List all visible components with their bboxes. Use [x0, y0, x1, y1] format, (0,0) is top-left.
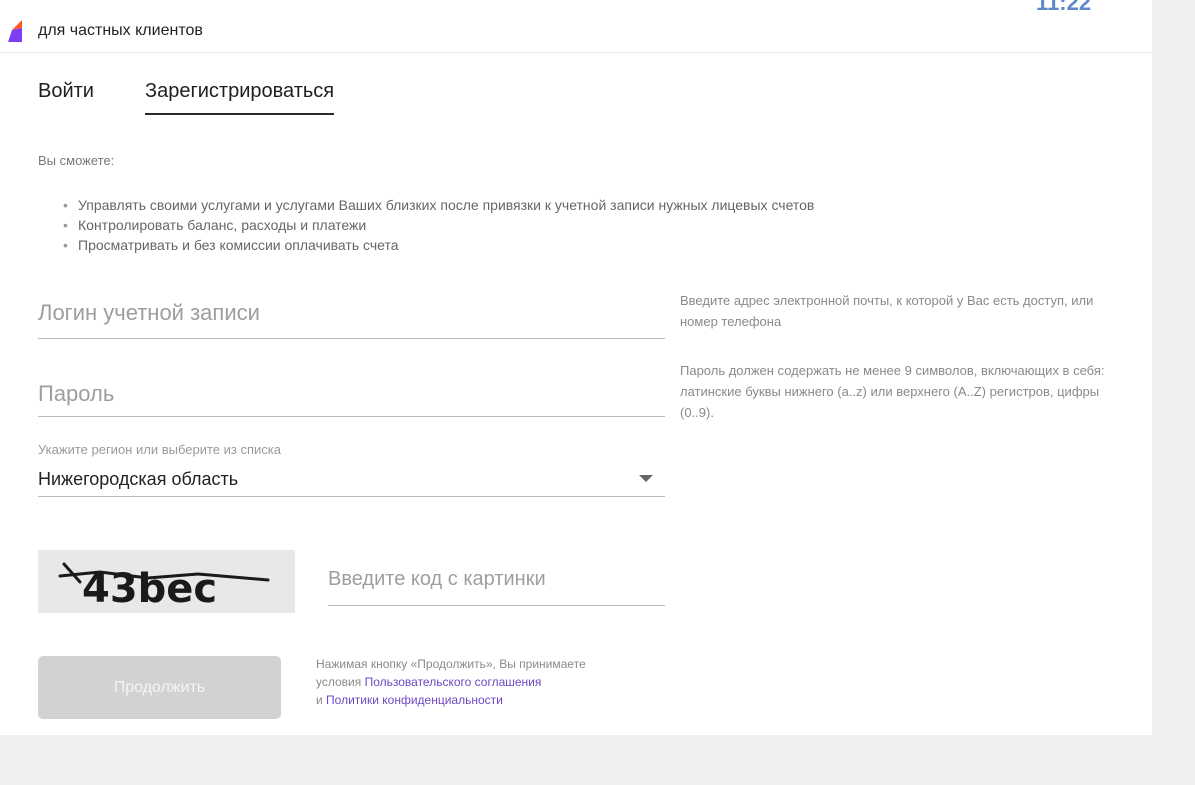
tab-register[interactable]: Зарегистрироваться	[145, 80, 335, 115]
terms-line: Нажимая кнопку «Продолжить», Вы принимае…	[316, 657, 586, 671]
tab-login[interactable]: Войти	[38, 80, 94, 103]
region-label: Укажите регион или выберите из списка	[38, 442, 281, 457]
captcha-image: 43bec	[38, 550, 295, 613]
region-value: Нижегородская область	[38, 469, 239, 489]
login-field	[38, 300, 665, 339]
terms-prefix: условия	[316, 675, 365, 689]
chevron-down-icon[interactable]	[639, 475, 653, 482]
terms-line: условия Пользовательского соглашения	[316, 673, 696, 691]
registration-page: для частных клиентов 11:22 Войти Зарегис…	[0, 0, 1152, 735]
clock: 11:22	[1036, 0, 1092, 15]
login-hint: Введите адрес электронной почты, к котор…	[680, 293, 1094, 329]
continue-button[interactable]: Продолжить	[38, 656, 281, 719]
logo-icon	[8, 20, 22, 42]
user-agreement-link[interactable]: Пользовательского соглашения	[365, 675, 542, 689]
list-item: Управлять своими услугами и услугами Ваш…	[63, 195, 814, 215]
list-item: Контролировать баланс, расходы и платежи	[63, 215, 814, 235]
brand-text: для частных клиентов	[38, 22, 203, 39]
terms-line: и Политики конфиденциальности	[316, 691, 696, 709]
captcha-input[interactable]	[328, 568, 665, 591]
terms-prefix: и	[316, 693, 327, 707]
captcha-field	[328, 568, 665, 606]
privacy-policy-link[interactable]: Политики конфиденциальности	[326, 693, 503, 707]
list-item: Просматривать и без комиссии оплачивать …	[63, 235, 814, 255]
intro-text: Вы сможете:	[38, 153, 115, 168]
password-hint: Пароль должен содержать не менее 9 симво…	[680, 363, 1105, 420]
password-input[interactable]	[38, 381, 665, 407]
login-input[interactable]	[38, 300, 665, 326]
password-field	[38, 381, 665, 417]
header: для частных клиентов 11:22	[0, 0, 1152, 53]
features-list: Управлять своими услугами и услугами Ваш…	[63, 195, 814, 255]
region-select[interactable]: Нижегородская область	[38, 465, 665, 497]
terms-text: Нажимая кнопку «Продолжить», Вы принимае…	[316, 655, 696, 709]
